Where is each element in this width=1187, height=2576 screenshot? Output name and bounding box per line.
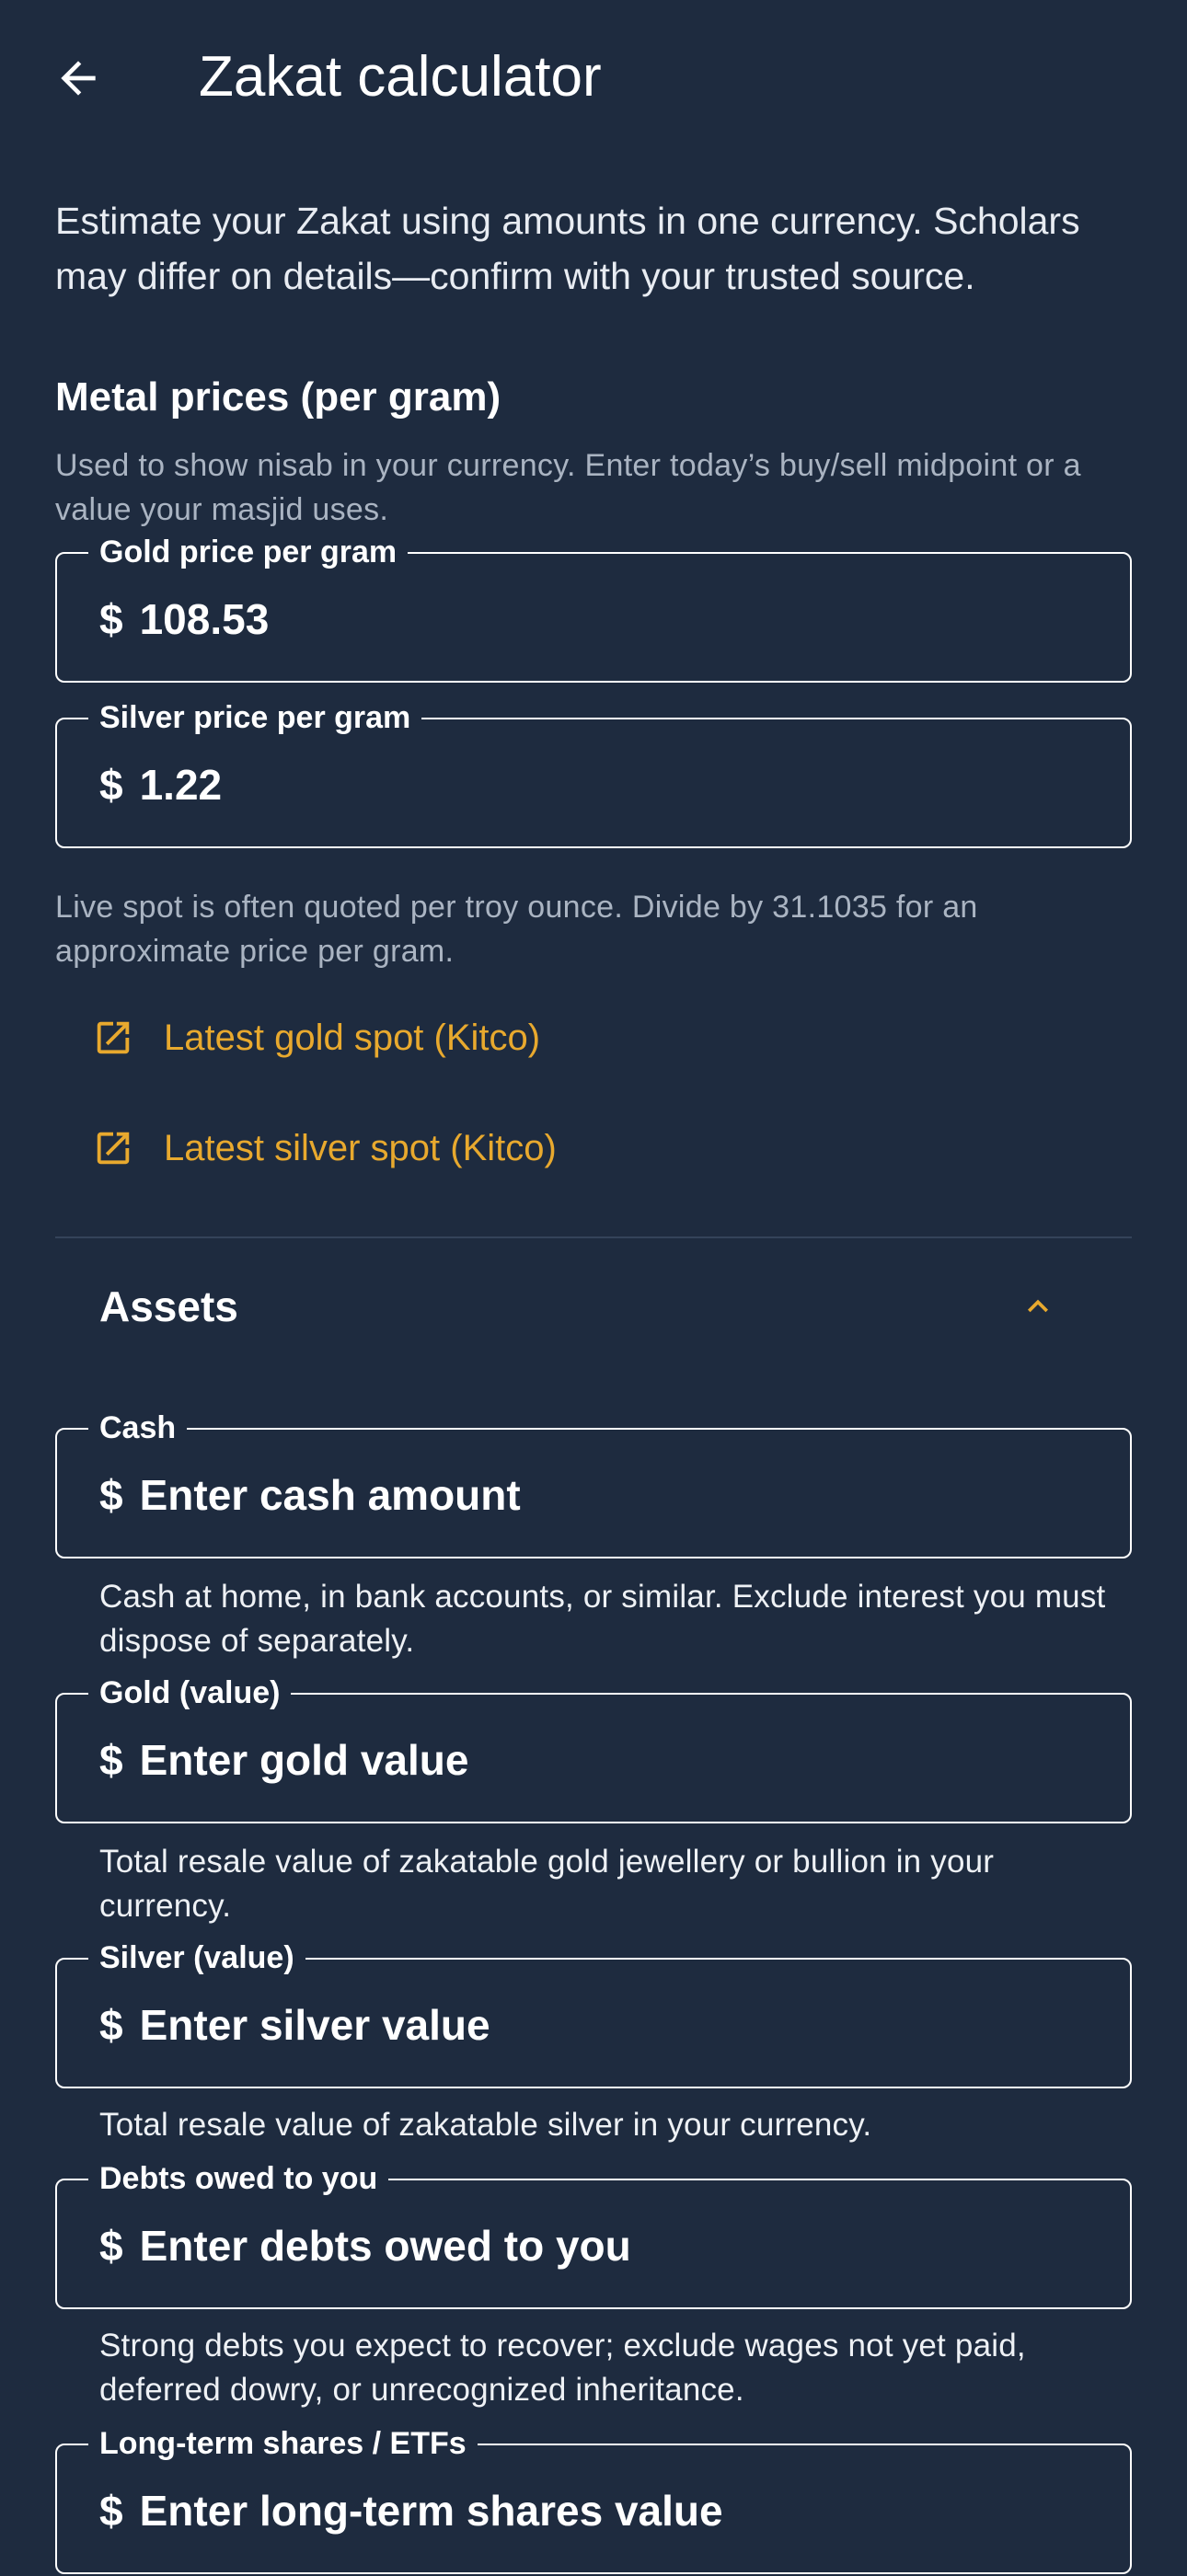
cash-helper-text: Cash at home, in bank accounts, or simil… [99, 1579, 1106, 1659]
gold-price-input[interactable] [139, 594, 1102, 644]
silver-value-input[interactable] [139, 2000, 1102, 2050]
long-term-shares-input[interactable] [139, 2486, 1102, 2536]
cash-field[interactable]: Cash $ [55, 1408, 1132, 1558]
assets-section-header[interactable]: Assets [55, 1260, 1132, 1352]
app-bar: Zakat calculator [0, 0, 1187, 156]
gold-spot-link[interactable]: Latest gold spot (Kitco) [92, 1001, 540, 1075]
currency-prefix: $ [99, 2222, 123, 2270]
intro-text: Estimate your Zakat using amounts in one… [55, 200, 1080, 297]
silver-value-helper-text: Total resale value of zakatable silver i… [99, 2107, 872, 2143]
open-external-icon [97, 1021, 130, 1054]
back-button[interactable] [37, 37, 120, 120]
currency-prefix: $ [99, 595, 123, 643]
currency-prefix: $ [99, 1471, 123, 1519]
debts-owed-helper-text: Strong debts you expect to recover; excl… [99, 2328, 1026, 2408]
silver-price-input[interactable] [139, 760, 1102, 810]
debts-owed-input[interactable] [139, 2221, 1102, 2271]
cash-input[interactable] [139, 1470, 1102, 1520]
long-term-shares-field[interactable]: Long-term shares / ETFs $ [55, 2423, 1132, 2574]
open-external-icon [97, 1132, 130, 1165]
gold-price-field[interactable]: Gold price per gram $ [55, 532, 1132, 683]
metal-prices-description: Used to show nisab in your currency. Ent… [55, 448, 1081, 527]
silver-value-field[interactable]: Silver (value) $ [55, 1938, 1132, 2088]
currency-prefix: $ [99, 2001, 123, 2049]
arrow-left-icon [61, 61, 96, 96]
gold-value-helper-text: Total resale value of zakatable gold jew… [99, 1844, 995, 1924]
intro-block: Estimate your Zakat using amounts in one… [55, 193, 1132, 304]
metal-prices-heading: Metal prices (per gram) [55, 374, 501, 420]
gold-value-field[interactable]: Gold (value) $ [55, 1673, 1132, 1823]
chevron-up-icon [1028, 1299, 1048, 1313]
debts-owed-field[interactable]: Debts owed to you $ [55, 2158, 1132, 2309]
currency-prefix: $ [99, 2487, 123, 2535]
assets-heading: Assets [99, 1282, 238, 1330]
gold-spot-link-label: Latest gold spot (Kitco) [164, 1017, 541, 1058]
gold-value-input[interactable] [139, 1735, 1102, 1785]
troy-ounce-note: Live spot is often quoted per troy ounce… [55, 890, 978, 969]
silver-spot-link[interactable]: Latest silver spot (Kitco) [92, 1111, 557, 1185]
section-divider [55, 1236, 1132, 1238]
silver-spot-link-label: Latest silver spot (Kitco) [164, 1127, 557, 1168]
currency-prefix: $ [99, 1736, 123, 1784]
currency-prefix: $ [99, 761, 123, 809]
page-title: Zakat calculator [199, 45, 602, 109]
silver-price-field[interactable]: Silver price per gram $ [55, 697, 1132, 848]
